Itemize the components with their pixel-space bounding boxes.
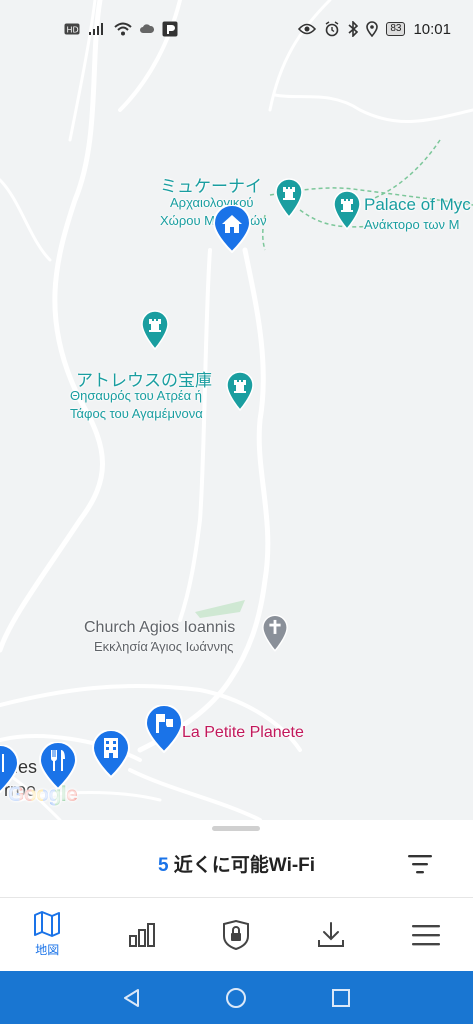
- palace-pin-icon[interactable]: [332, 190, 362, 230]
- alarm-icon: [324, 21, 340, 37]
- home-icon[interactable]: [224, 986, 248, 1010]
- museum-pin-icon[interactable]: [274, 178, 304, 218]
- signal-icon: [88, 22, 106, 36]
- recents-icon[interactable]: [330, 987, 352, 1009]
- system-nav-bar: [0, 971, 473, 1024]
- wifi-bottom-sheet[interactable]: 5 近くに可能Wi-Fi: [0, 820, 473, 898]
- stats-icon: [128, 922, 155, 947]
- nav-map-label: 地図: [35, 943, 60, 957]
- eye-icon: [298, 23, 317, 35]
- nav-item-download[interactable]: [284, 898, 379, 971]
- status-right: 83 10:01: [298, 21, 451, 38]
- wifi-count: 5: [157, 855, 169, 876]
- app-icon: [162, 21, 178, 37]
- shop-wifi-pin-icon[interactable]: [144, 705, 184, 753]
- nav-item-map[interactable]: 地図: [0, 898, 95, 971]
- label-atreus-greek-1: Θησαυρός του Ατρέα ή: [70, 388, 203, 403]
- back-icon[interactable]: [121, 987, 143, 1009]
- church-pin-icon[interactable]: [261, 614, 289, 652]
- hd-icon: HD: [64, 23, 80, 35]
- download-icon: [318, 921, 345, 947]
- menu-icon: [411, 924, 440, 945]
- home-wifi-pin-icon[interactable]: [212, 205, 252, 253]
- label-palace-greek: Ανάκτορο των Μ: [364, 217, 460, 232]
- label-atreus-greek-2: Τάφος του Αγαμέμνονα: [70, 406, 203, 421]
- label-church-greek: Εκκλησία Άγιος Ιωάννης: [94, 639, 234, 654]
- status-bar: HD 83 10:01: [0, 0, 473, 58]
- sheet-title: 5 近くに可能Wi-Fi: [0, 850, 473, 877]
- nav-item-menu[interactable]: [378, 898, 473, 971]
- bluetooth-icon: [348, 21, 359, 37]
- label-la-petite-planete[interactable]: La Petite Planete: [182, 724, 304, 742]
- map-icon: [34, 911, 61, 937]
- screen: ミュケーナイ Αρχαιολογικού Χώρου Μ ών Palace o…: [0, 0, 473, 1024]
- battery-indicator: 83: [386, 22, 406, 36]
- map-view[interactable]: ミュケーナイ Αρχαιολογικού Χώρου Μ ών Palace o…: [0, 0, 473, 820]
- wifi-title-text: 近くに可能Wi-Fi: [173, 855, 316, 876]
- location-icon: [366, 21, 379, 37]
- atreus-pin-icon[interactable]: [225, 371, 255, 411]
- google-logo: Google: [8, 783, 78, 807]
- status-left: HD: [64, 21, 178, 37]
- bottom-nav: 地図: [0, 897, 473, 971]
- label-mycenae[interactable]: ミュケーナイ: [160, 172, 262, 197]
- label-archaeological-2: Χώρου Μ: [160, 213, 215, 228]
- status-time: 10:01: [413, 20, 451, 38]
- label-archaeological-3: ών: [250, 213, 267, 228]
- cloud-icon: [140, 23, 154, 35]
- google-logo-text: Google: [8, 783, 78, 806]
- svg-text:HD: HD: [67, 26, 79, 35]
- wifi-icon: [114, 22, 132, 36]
- filter-icon[interactable]: [406, 852, 434, 876]
- hotel-wifi-pin-icon[interactable]: [91, 730, 131, 778]
- monument-pin-icon[interactable]: [140, 310, 170, 350]
- nav-item-stats[interactable]: [95, 898, 190, 971]
- nav-item-security[interactable]: [189, 898, 284, 971]
- lock-shield-icon: [223, 919, 250, 950]
- label-palace[interactable]: Palace of Myc: [364, 195, 471, 215]
- label-church[interactable]: Church Agios Ioannis: [84, 619, 235, 637]
- sheet-drag-handle[interactable]: [212, 826, 260, 831]
